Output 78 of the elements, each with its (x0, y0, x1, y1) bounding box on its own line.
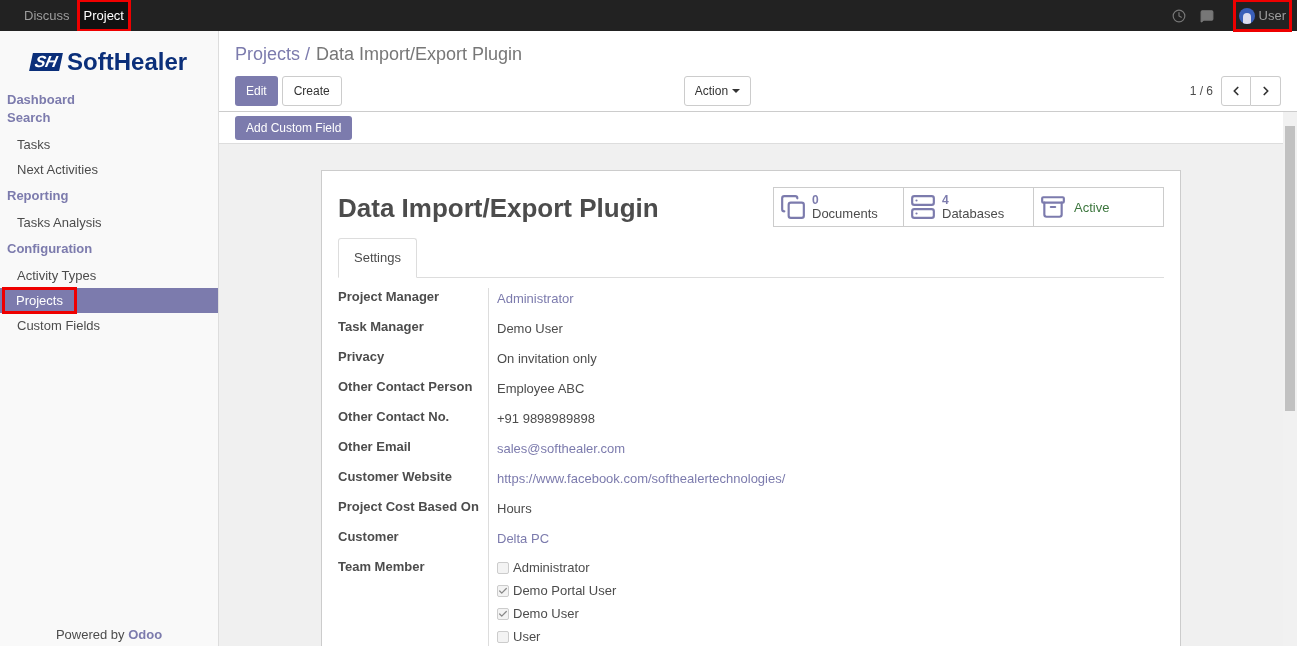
checkbox[interactable] (497, 608, 509, 620)
field-label: Project Cost Based On (338, 499, 479, 514)
sidebar-item[interactable]: Tasks (0, 132, 218, 157)
field-label: Other Contact No. (338, 409, 450, 424)
field-label: Team Member (338, 559, 425, 574)
sidebar-section-title[interactable]: Configuration (0, 240, 218, 258)
field-value: Employee ABC (497, 381, 585, 396)
checkbox[interactable] (497, 631, 509, 643)
stat-button[interactable]: 0 Documents (773, 187, 904, 227)
sidebar-item[interactable]: Tasks Analysis (0, 210, 218, 235)
add-custom-field-button[interactable]: Add Custom Field (235, 115, 353, 140)
stat-label: Databases (942, 207, 1005, 220)
create-button[interactable]: Create (281, 76, 342, 106)
documents-icon (780, 194, 806, 220)
checkbox-label: Demo User (513, 606, 579, 622)
app-menu-item[interactable]: Project (77, 0, 130, 31)
logo-text: SoftHealer (67, 50, 188, 74)
archive-icon (1040, 194, 1066, 220)
highlight-frame: Discuss (24, 5, 70, 26)
stat-button[interactable]: Active (1033, 187, 1164, 227)
checkbox-label: Administrator (513, 560, 590, 576)
highlight-frame: Activity Types (17, 265, 97, 286)
user-name: User (1258, 6, 1286, 25)
server-icon (910, 194, 936, 220)
pager-value: 1 / 6 (1189, 83, 1213, 100)
checkbox-label: User (513, 629, 541, 645)
sidebar-section-title[interactable]: Dashboard (0, 91, 218, 109)
sidebar-section-title[interactable]: Reporting (0, 187, 218, 205)
field-label: Other Contact Person (338, 379, 473, 394)
highlight-frame: Custom Fields (17, 315, 101, 336)
field-label: Other Email (338, 439, 411, 454)
stat-label: Documents (812, 207, 878, 220)
avatar-icon (1238, 7, 1255, 24)
sidebar-item[interactable]: Custom Fields (0, 313, 218, 338)
highlight-frame: Tasks (17, 134, 51, 155)
logo-mark: SH (28, 53, 63, 71)
field-link[interactable]: https://www.facebook.com/softhealertechnologies/ (497, 471, 786, 486)
field-label: Privacy (338, 349, 385, 364)
field-label: Customer Website (338, 469, 452, 484)
stat-label: Active (1074, 200, 1110, 214)
scrollbar[interactable] (1283, 112, 1297, 646)
field-label: Project Manager (338, 289, 440, 304)
stat-value: 0 (812, 194, 820, 207)
field-value: On invitation only (497, 351, 597, 366)
breadcrumb-link[interactable]: Projects / (235, 41, 311, 68)
highlight-frame: Projects (5, 289, 74, 312)
checkbox[interactable] (497, 585, 509, 597)
clock-icon[interactable] (1171, 8, 1186, 23)
field-link[interactable]: sales@softhealer.com (497, 441, 626, 456)
field-value: +91 9898989898 (497, 411, 595, 426)
field-link[interactable]: Delta PC (497, 531, 550, 546)
field-label: Task Manager (338, 319, 424, 334)
app-menu-item[interactable]: Discuss (16, 0, 78, 31)
checkbox[interactable] (497, 562, 509, 574)
previous-button[interactable] (1221, 76, 1251, 106)
record-title: Data Import/Export Plugin (338, 192, 659, 225)
highlight-frame: Next Activities (17, 159, 98, 180)
form-tab[interactable]: Settings (338, 238, 417, 278)
sidebar-item[interactable]: Projects (0, 288, 218, 313)
field-value: Demo User (497, 321, 563, 336)
field-link[interactable]: Administrator (497, 291, 574, 306)
chat-icon[interactable] (1199, 8, 1214, 23)
stat-button[interactable]: 4 Databases (903, 187, 1034, 227)
sidebar-section-title[interactable]: Search (0, 109, 218, 127)
breadcrumb-current: Data Import/Export Plugin (316, 43, 523, 66)
powered-by-text: Powered by (55, 626, 126, 642)
stat-value: 4 (942, 194, 950, 207)
user-menu[interactable]: User (1227, 0, 1297, 31)
next-button[interactable] (1251, 76, 1281, 106)
sidebar-item[interactable]: Activity Types (0, 263, 218, 288)
field-value: Hours (497, 501, 532, 516)
odoo-link[interactable]: Odoo (128, 626, 163, 642)
field-label: Customer (338, 529, 399, 544)
highlight-frame: Tasks Analysis (17, 212, 102, 233)
sidebar-item[interactable]: Next Activities (0, 157, 218, 182)
action-dropdown[interactable]: Action (683, 76, 752, 106)
edit-button[interactable]: Edit (235, 76, 278, 106)
checkbox-label: Demo Portal User (513, 583, 617, 599)
